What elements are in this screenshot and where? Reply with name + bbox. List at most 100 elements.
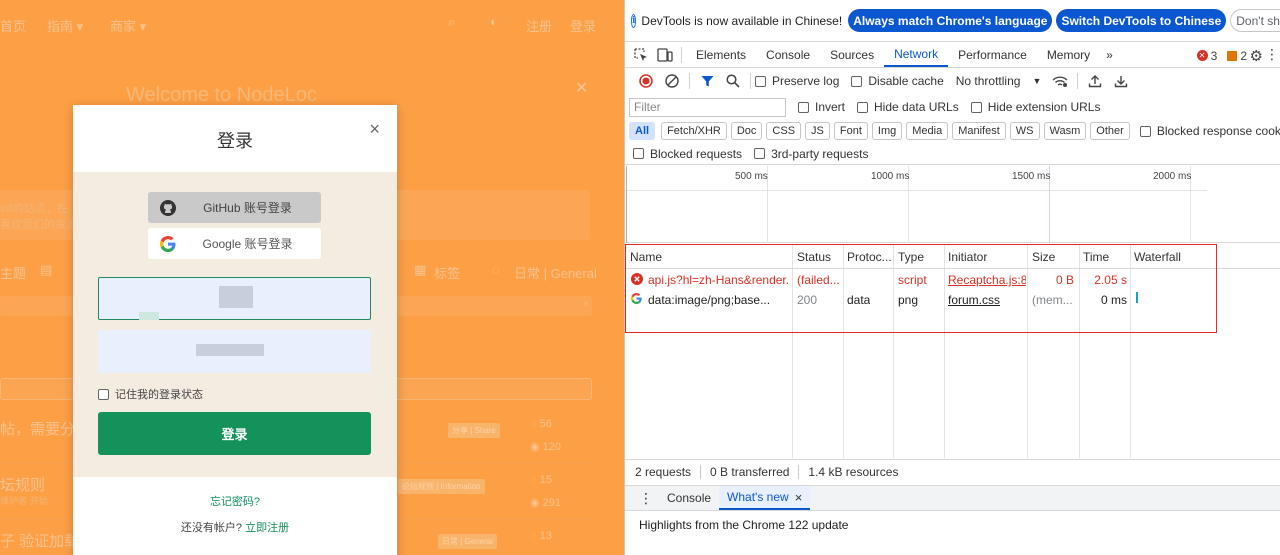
switch-chinese-button[interactable]: Switch DevTools to Chinese xyxy=(1056,9,1227,32)
filter-input[interactable] xyxy=(629,97,786,117)
password-field[interactable] xyxy=(98,330,371,373)
more-vertical-icon[interactable]: ⋮ xyxy=(1265,46,1279,63)
table-row[interactable]: data:image/png;base... 200 data png foru… xyxy=(625,290,1280,310)
filter-funnel-icon[interactable] xyxy=(694,75,720,88)
column-header-status[interactable]: Status xyxy=(797,250,831,264)
disable-cache-checkbox[interactable] xyxy=(851,75,863,87)
third-party-requests-toggle[interactable]: 3rd-party requests xyxy=(754,147,868,161)
signup-link[interactable]: 立即注册 xyxy=(245,522,289,534)
type-filter-media[interactable]: Media xyxy=(906,122,949,140)
type-filter-js[interactable]: JS xyxy=(805,122,830,140)
hide-extension-urls-checkbox[interactable] xyxy=(970,101,982,113)
github-login-button[interactable]: GitHub 账号登录 xyxy=(148,192,321,223)
topic-title-2[interactable]: 坛规则 xyxy=(0,474,45,495)
column-header-size[interactable]: Size xyxy=(1032,250,1055,264)
chevron-right-icon[interactable]: › xyxy=(584,298,588,310)
network-conditions-icon[interactable] xyxy=(1047,75,1073,88)
dont-show-again-button[interactable]: Don't show again xyxy=(1230,9,1280,32)
type-filter-manifest[interactable]: Manifest xyxy=(952,122,1006,140)
column-header-name[interactable]: Name xyxy=(630,250,662,264)
blocked-response-cookies-label: Blocked response cookies xyxy=(1156,124,1280,138)
topic-title-3[interactable]: 子 验证加载 xyxy=(0,530,79,551)
tab-console[interactable]: Console xyxy=(756,43,820,67)
tab-performance[interactable]: Performance xyxy=(948,43,1037,67)
drawer-tab-console[interactable]: Console xyxy=(659,486,719,510)
hide-extension-urls-toggle[interactable]: Hide extension URLs xyxy=(970,100,1100,114)
third-party-requests-checkbox[interactable] xyxy=(754,148,766,159)
export-har-icon[interactable] xyxy=(1108,74,1134,88)
network-overview-timeline[interactable]: 500 ms 1000 ms 1500 ms 2000 ms xyxy=(625,166,1280,243)
topic-tag-general[interactable]: 日常 | General xyxy=(438,534,497,549)
username-field[interactable] xyxy=(98,277,371,320)
nav-guide-link[interactable]: 指南 ▾ xyxy=(47,16,83,35)
remember-me-checkbox[interactable] xyxy=(98,388,109,400)
topic-tag-rules[interactable]: 论坛规则 | Information xyxy=(398,479,485,494)
request-initiator-link[interactable]: Recaptcha.js:8 xyxy=(948,273,1026,287)
hide-data-urls-checkbox[interactable] xyxy=(857,101,869,113)
preserve-log-toggle[interactable]: Preserve log xyxy=(755,74,839,88)
search-icon[interactable] xyxy=(720,74,746,88)
invert-toggle[interactable]: Invert xyxy=(798,100,845,114)
inspect-element-icon[interactable] xyxy=(629,43,653,67)
resources-size: 1.4 kB resources xyxy=(808,465,899,479)
blocked-requests-toggle[interactable]: Blocked requests xyxy=(633,147,742,161)
hide-data-urls-toggle[interactable]: Hide data URLs xyxy=(857,100,959,114)
site-search-icon[interactable]: ⌕ xyxy=(448,14,455,30)
drawer-tab-whats-new[interactable]: What's new × xyxy=(719,486,811,510)
topic-tag-share[interactable]: 分享 | Share xyxy=(448,423,500,438)
blocked-response-cookies-checkbox[interactable] xyxy=(1139,125,1151,137)
theme-toggle-icon[interactable]: ◐ xyxy=(490,14,498,29)
type-filter-wasm[interactable]: Wasm xyxy=(1043,122,1087,140)
request-error-icon xyxy=(631,273,643,288)
blocked-response-cookies-toggle[interactable]: Blocked response cookies xyxy=(1139,124,1280,138)
close-icon[interactable]: × xyxy=(795,490,803,505)
type-filter-font[interactable]: Font xyxy=(833,122,868,140)
nav-signup-link[interactable]: 注册 xyxy=(526,16,552,35)
invert-checkbox[interactable] xyxy=(798,101,809,113)
column-header-waterfall[interactable]: Waterfall xyxy=(1134,250,1181,264)
tags-nav-label[interactable]: 标签 xyxy=(434,263,460,282)
type-filter-doc[interactable]: Doc xyxy=(730,122,763,140)
forgot-password-link[interactable]: 忘记密码? xyxy=(73,493,397,509)
table-row[interactable]: api.js?hl=zh-Hans&render... (failed... s… xyxy=(625,270,1280,290)
request-initiator-link[interactable]: forum.css xyxy=(948,293,1026,307)
close-icon[interactable]: × xyxy=(369,119,380,140)
throttling-select[interactable]: No throttling ▼ xyxy=(956,74,1042,88)
type-filter-ws[interactable]: WS xyxy=(1009,122,1040,140)
disable-cache-toggle[interactable]: Disable cache xyxy=(851,74,944,88)
gear-icon[interactable]: ⚙ xyxy=(1250,47,1263,65)
topic-title-1[interactable]: 帖，需要分 xyxy=(0,418,75,439)
clear-icon[interactable] xyxy=(659,74,685,88)
tab-sources[interactable]: Sources xyxy=(820,43,884,67)
type-filter-fetch-xhr[interactable]: Fetch/XHR xyxy=(661,122,727,140)
column-header-initiator[interactable]: Initiator xyxy=(948,250,987,264)
nav-merchant-link[interactable]: 商家 ▾ xyxy=(110,16,146,35)
more-tabs-icon[interactable]: » xyxy=(1100,43,1119,67)
type-filter-all[interactable]: All xyxy=(629,122,656,140)
column-header-protocol[interactable]: Protoc... xyxy=(847,250,892,264)
column-header-time[interactable]: Time xyxy=(1083,250,1109,264)
issue-counters[interactable]: ✕ 3 2 xyxy=(1196,43,1247,68)
tab-elements[interactable]: Elements xyxy=(686,43,756,67)
google-login-button[interactable]: Google 账号登录 xyxy=(148,228,321,259)
nav-home-link[interactable]: 首页 xyxy=(0,16,26,35)
device-toolbar-icon[interactable] xyxy=(653,43,677,67)
match-language-button[interactable]: Always match Chrome's language xyxy=(848,9,1053,32)
category-nav-label[interactable]: 日常 | General xyxy=(514,263,597,282)
type-filter-other[interactable]: Other xyxy=(1090,122,1130,140)
preserve-log-checkbox[interactable] xyxy=(755,75,766,87)
import-har-icon[interactable] xyxy=(1082,74,1108,88)
blocked-requests-checkbox[interactable] xyxy=(633,148,644,159)
type-filter-css[interactable]: CSS xyxy=(766,122,802,140)
nav-login-link[interactable]: 登录 xyxy=(570,16,596,35)
record-stop-icon[interactable] xyxy=(633,74,659,88)
tab-network[interactable]: Network xyxy=(884,43,949,67)
welcome-close-icon[interactable]: ✕ xyxy=(575,78,588,98)
remember-me-row[interactable]: 记住我的登录状态 xyxy=(98,386,203,402)
login-submit-button[interactable]: 登录 xyxy=(98,412,371,455)
column-header-type[interactable]: Type xyxy=(898,250,924,264)
type-filter-img[interactable]: Img xyxy=(871,122,903,140)
drawer-menu-icon[interactable]: ⋮ xyxy=(633,486,659,510)
tab-memory[interactable]: Memory xyxy=(1037,43,1100,67)
sidebar-topics-label[interactable]: 主题 xyxy=(0,263,26,282)
